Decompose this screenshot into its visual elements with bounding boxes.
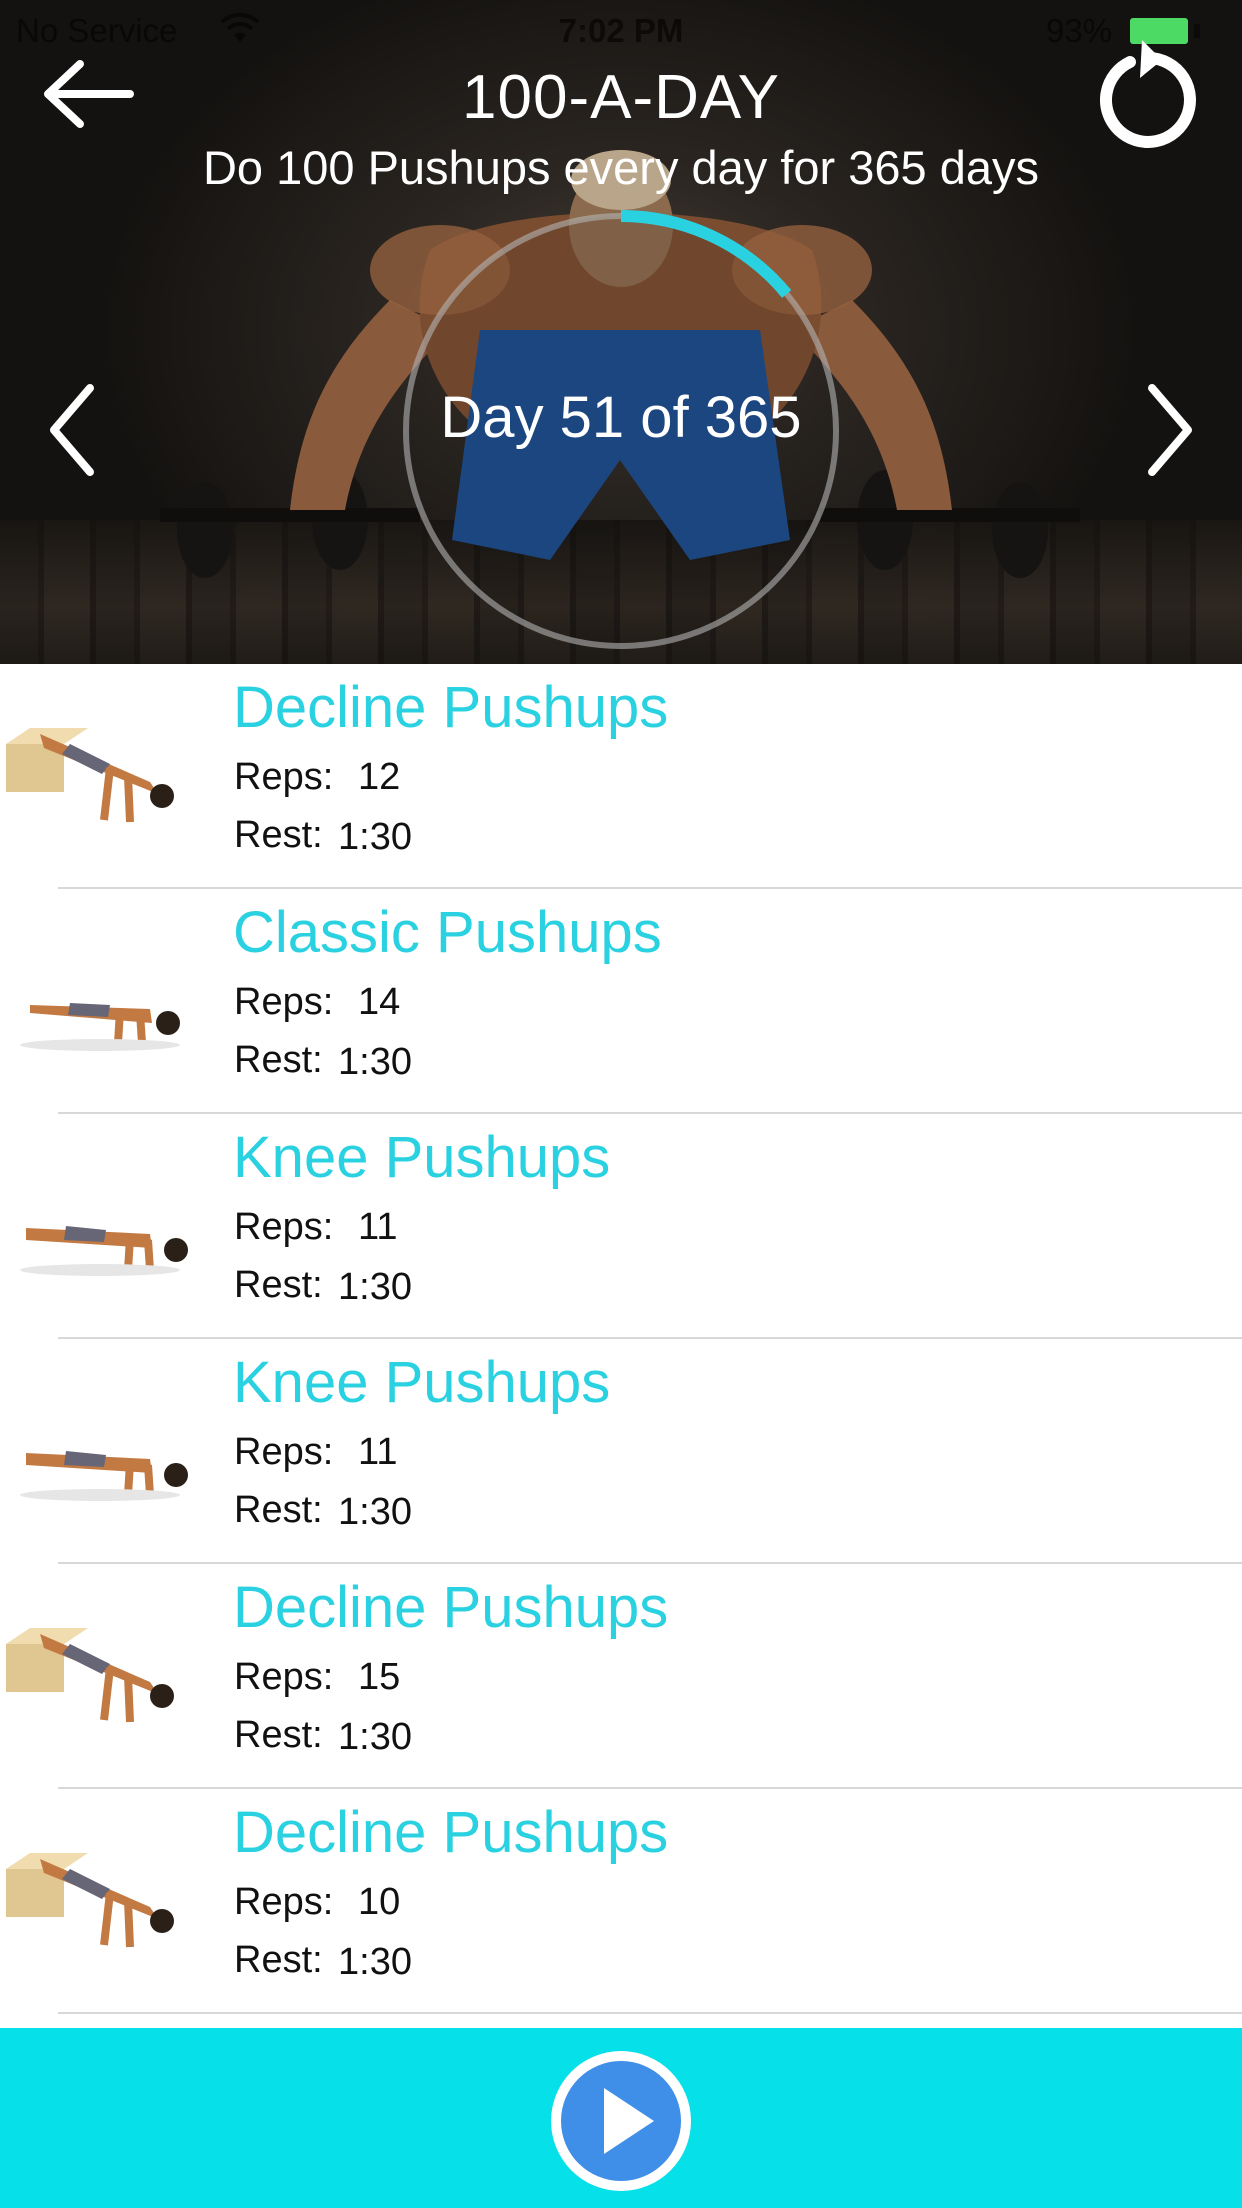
decline-pushup-illustration	[6, 728, 174, 823]
decline-pushup-illustration	[6, 1628, 174, 1723]
chevron-right-icon	[1148, 384, 1192, 476]
decline-pushup-illustration	[6, 1853, 174, 1948]
page-title: 100-A-DAY	[462, 63, 780, 132]
reps-value: 15	[358, 1656, 401, 1698]
reps-label: Reps:	[234, 1206, 334, 1248]
reset-button[interactable]	[1090, 40, 1210, 160]
rest-label: Rest:	[234, 1489, 323, 1531]
day-counter: Day 51 of 365	[440, 385, 802, 450]
reps-label: Reps:	[234, 1431, 334, 1473]
reps-value: 14	[358, 981, 401, 1023]
exercise-name: Knee Pushups	[233, 1350, 611, 1415]
exercise-list: Decline Pushups Reps: 12 Rest: 1:30 Clas…	[0, 664, 1242, 2014]
rest-value: 1:30	[338, 1716, 412, 1758]
restart-icon	[1100, 40, 1196, 148]
hero-header: No Service 7:02 PM 93% 100-A-DAY Do 100 …	[0, 0, 1242, 664]
reps-value: 11	[358, 1431, 398, 1473]
reps-label: Reps:	[234, 756, 334, 798]
reps-value: 11	[358, 1206, 398, 1248]
exercise-row[interactable]: Decline Pushups Reps: 15 Rest: 1:30	[0, 1564, 1242, 1789]
exercise-name: Decline Pushups	[233, 675, 669, 740]
previous-day-button[interactable]	[40, 380, 110, 480]
reps-value: 12	[358, 756, 401, 798]
exercise-row[interactable]: Decline Pushups Reps: 10 Rest: 1:30	[0, 1789, 1242, 2014]
rest-label: Rest:	[234, 1039, 323, 1081]
exercise-name: Decline Pushups	[233, 1800, 669, 1865]
exercise-name: Classic Pushups	[233, 900, 662, 965]
rest-value: 1:30	[338, 1266, 412, 1308]
rest-value: 1:30	[338, 1491, 412, 1533]
rest-label: Rest:	[234, 1264, 323, 1306]
chevron-left-icon	[50, 384, 94, 476]
bottom-action-bar	[0, 2028, 1242, 2208]
exercise-row[interactable]: Knee Pushups Reps: 11 Rest: 1:30	[0, 1339, 1242, 1564]
exercise-row[interactable]: Classic Pushups Reps: 14 Rest: 1:30	[0, 889, 1242, 1114]
exercise-row[interactable]: Decline Pushups Reps: 12 Rest: 1:30	[0, 664, 1242, 889]
knee-pushup-illustration	[20, 1451, 188, 1501]
rest-label: Rest:	[234, 814, 323, 856]
next-day-button[interactable]	[1132, 380, 1202, 480]
start-workout-button[interactable]	[546, 2046, 696, 2196]
exercise-name: Knee Pushups	[233, 1125, 611, 1190]
rest-value: 1:30	[338, 816, 412, 858]
reps-label: Reps:	[234, 1656, 334, 1698]
row-divider	[58, 2012, 1242, 2014]
exercise-name: Decline Pushups	[233, 1575, 669, 1640]
knee-pushup-illustration	[20, 1226, 188, 1276]
play-icon	[551, 2051, 691, 2191]
status-bar: No Service 7:02 PM 93%	[0, 10, 1242, 50]
rest-label: Rest:	[234, 1714, 323, 1756]
page-subtitle: Do 100 Pushups every day for 365 days	[202, 141, 1040, 194]
exercise-row[interactable]: Knee Pushups Reps: 11 Rest: 1:30	[0, 1114, 1242, 1339]
reps-label: Reps:	[234, 981, 334, 1023]
rest-value: 1:30	[338, 1941, 412, 1983]
reps-value: 10	[358, 1881, 401, 1923]
reps-label: Reps:	[234, 1881, 334, 1923]
battery-tip	[1194, 24, 1200, 38]
rest-label: Rest:	[234, 1939, 323, 1981]
rest-value: 1:30	[338, 1041, 412, 1083]
classic-pushup-illustration	[20, 1003, 180, 1051]
